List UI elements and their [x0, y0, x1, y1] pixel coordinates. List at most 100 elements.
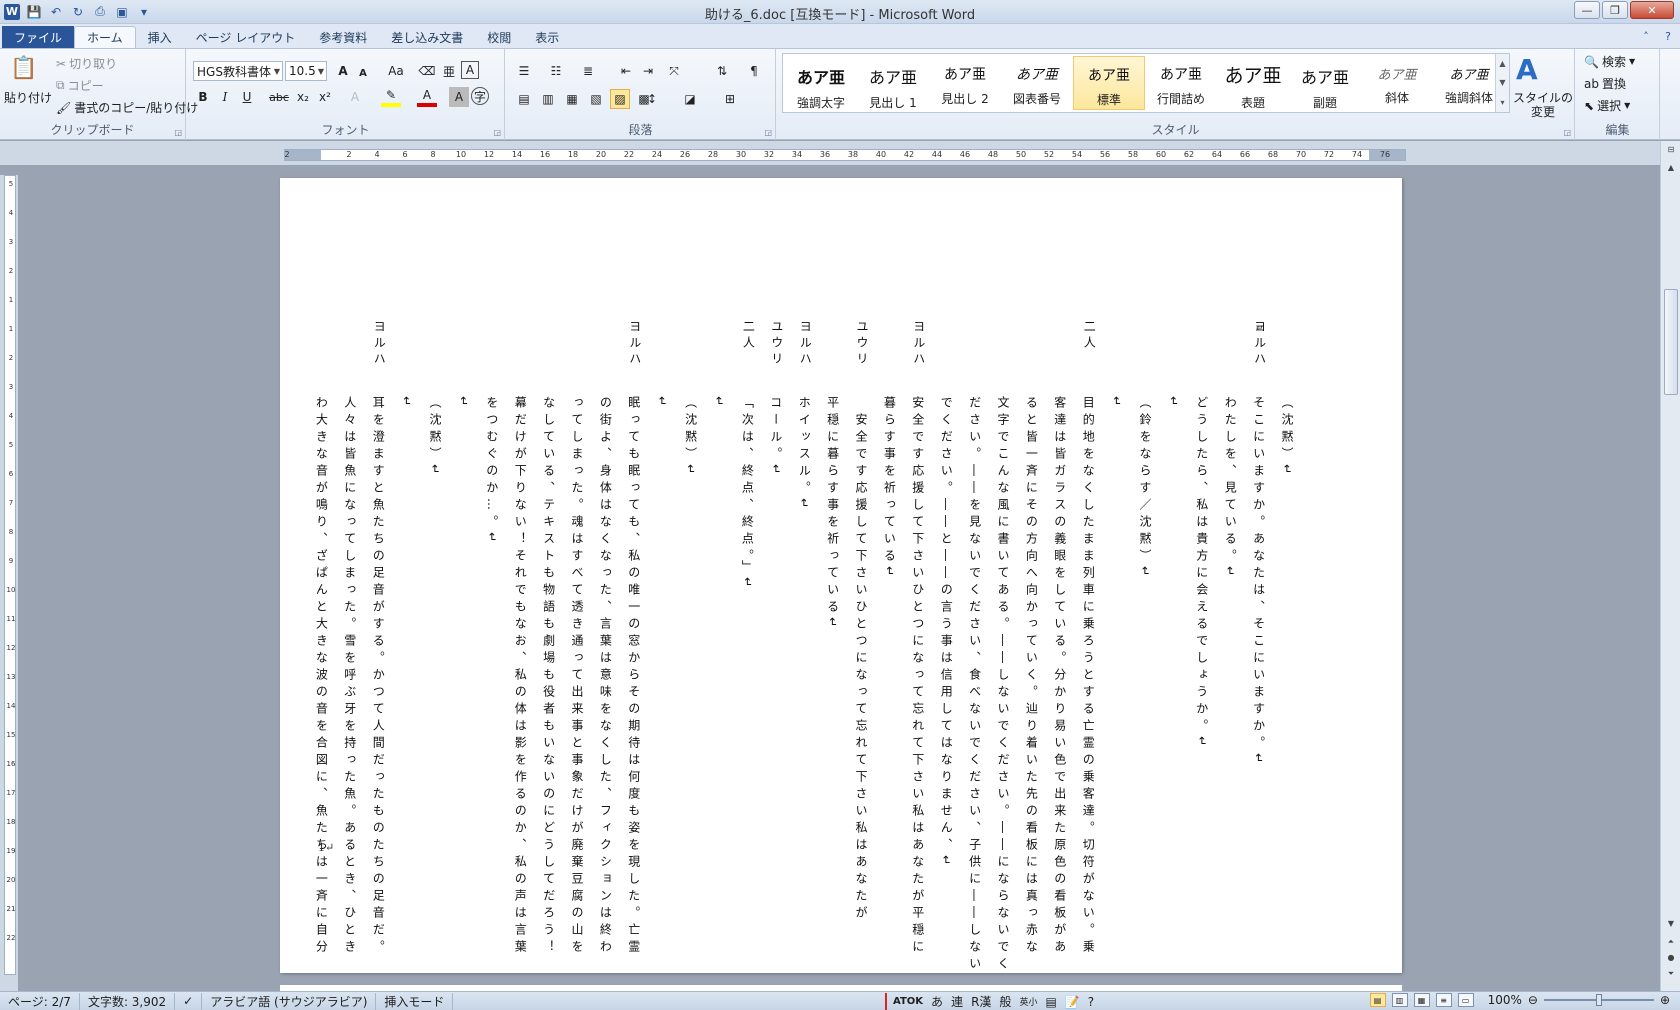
change-styles-button[interactable]: スタイルの変更: [1512, 91, 1574, 119]
ime-dictionary[interactable]: 般: [999, 993, 1011, 1010]
distributed-icon[interactable]: ▨: [610, 89, 630, 109]
ime-note-icon[interactable]: 📝: [1065, 995, 1080, 1009]
decrease-indent-icon[interactable]: ⇤: [616, 61, 636, 81]
tab-file[interactable]: ファイル: [2, 26, 75, 48]
zoom-slider[interactable]: [1543, 994, 1654, 1006]
style-item[interactable]: あア亜 強調太字: [785, 56, 857, 110]
ruler-toggle-icon[interactable]: ⊟: [1664, 145, 1678, 159]
proofing-icon[interactable]: ✓: [175, 992, 203, 1010]
text-column[interactable]: （沈黙）↵: [1280, 396, 1294, 479]
text-column[interactable]: 目的地をなくしたまま列車に乗ろうとする亡霊の乗客達。切符がない。乗: [1081, 396, 1095, 957]
text-column[interactable]: 暮らす事を祈っている↵: [882, 396, 896, 581]
outline-view-icon[interactable]: ≡: [1435, 993, 1452, 1007]
scroll-thumb[interactable]: [1664, 289, 1678, 395]
text-column[interactable]: （鈴をならす／沈黙）↵: [1138, 396, 1152, 581]
text-column[interactable]: なしている、テキストも物語も劇場も役者もいないのにどうしてだろう！: [542, 396, 556, 957]
italic-button[interactable]: I: [215, 87, 235, 107]
next-page-icon[interactable]: ⏷: [1664, 969, 1678, 983]
scroll-up-icon[interactable]: ▲: [1499, 59, 1505, 68]
text-column[interactable]: ↵: [400, 396, 414, 411]
text-column[interactable]: そこにいますか。あなたは、そこにいますか。↵: [1252, 396, 1266, 768]
browse-object-icon[interactable]: ●: [1664, 953, 1678, 967]
ime-atok[interactable]: ATOK: [893, 996, 923, 1007]
tab-insert[interactable]: 挿入: [136, 26, 184, 48]
superscript-button[interactable]: x²: [315, 87, 335, 107]
style-item[interactable]: あア亜 表題: [1217, 56, 1289, 110]
text-column[interactable]: 平穏に暮らす事を祈っている↵: [826, 396, 840, 632]
text-column[interactable]: 幕だけが下りない！それでもなお、私の体は影を作るのか、私の声は言葉: [513, 396, 527, 957]
ime-hiragana[interactable]: あ: [931, 993, 943, 1010]
dialog-launcher-icon[interactable]: ◲: [174, 128, 182, 137]
prev-page-icon[interactable]: ⏶: [1664, 937, 1678, 951]
help-icon[interactable]: ?: [1660, 28, 1676, 44]
text-column[interactable]: 安全です応援して下さいひとつになって忘れて下さい私はあなたが: [854, 396, 868, 923]
text-column[interactable]: 文字でこんな風に書いてある。――しないでください。――にならないでく: [996, 396, 1010, 974]
zoom-out-icon[interactable]: ⊖: [1528, 993, 1538, 1007]
text-column[interactable]: ↵: [1110, 396, 1124, 411]
ime-menu-icon[interactable]: ▤: [1045, 995, 1056, 1009]
ime-conversion[interactable]: 連: [951, 993, 963, 1010]
text-column[interactable]: ってしまった。魂はすべて透き通って出来事と事象だけが廃棄豆腐の山を: [570, 396, 584, 957]
text-column[interactable]: コール。↵: [769, 396, 783, 479]
style-item[interactable]: あア亜 図表番号: [1001, 56, 1073, 110]
text-column[interactable]: ホイッスル。↵: [797, 396, 811, 513]
shrink-font-button[interactable]: A: [353, 63, 373, 83]
minimize-button[interactable]: —: [1574, 1, 1600, 19]
page-indicator[interactable]: ページ: 2/7: [0, 992, 80, 1010]
web-layout-icon[interactable]: ▦: [1413, 993, 1430, 1007]
sort-icon[interactable]: ⇅: [712, 61, 732, 81]
show-marks-icon[interactable]: ¶: [744, 61, 764, 81]
copy-button[interactable]: ⧉ コピー: [56, 77, 104, 94]
text-direction-icon[interactable]: ⤧: [664, 61, 684, 81]
align-right-icon[interactable]: ▦: [562, 89, 582, 109]
text-column[interactable]: 安全です応援して下さいひとつになって忘れて下さい私はあなたが平穏に: [911, 396, 925, 957]
text-column[interactable]: 耳を澄ますと魚たちの足音がする。かつて人間だったものたちの足音だ。: [371, 396, 385, 957]
text-column[interactable]: ↵: [712, 396, 726, 411]
text-column[interactable]: をつむぐのか…。↵: [485, 396, 499, 547]
style-item[interactable]: あア亜 副題: [1289, 56, 1361, 110]
text-column[interactable]: わ大きな音が鳴り、ざぱんと大きな波の音を合図に、魚たちは一斉に自分: [314, 396, 328, 957]
document-area[interactable]: ↵ （沈黙）↵ ヨルハ そこにいますか。あなたは、そこにいますか。↵ わたしを、見てい…: [18, 165, 1660, 991]
text-column[interactable]: の街よ、身体はなくなった、言葉は意味をなくした、フィクションは終わ: [598, 396, 612, 957]
vertical-ruler[interactable]: 5 4 3 2 1 1 2 3 4 5 6 7 8 9 10 11 12 13 14 15 16 17 18 19 20 21 22: [0, 175, 18, 995]
text-column[interactable]: 「次は、終点、終点。」↵: [740, 396, 754, 592]
increase-indent-icon[interactable]: ⇥: [638, 61, 658, 81]
tab-mailings[interactable]: 差し込み文書: [379, 26, 475, 48]
borders-icon[interactable]: ⊞: [720, 89, 740, 109]
style-item-selected[interactable]: あア亜 標準: [1073, 56, 1145, 110]
ime-romaji[interactable]: R漢: [971, 993, 991, 1010]
ime-eng-small[interactable]: 英小: [1019, 995, 1037, 1008]
numbering-icon[interactable]: ☷: [546, 61, 566, 81]
text-column[interactable]: ↵: [1166, 396, 1180, 411]
text-column[interactable]: （沈黙）↵: [428, 396, 442, 479]
dialog-launcher-icon[interactable]: ◲: [1563, 128, 1571, 137]
restore-button[interactable]: ❐: [1602, 1, 1628, 19]
full-screen-reading-icon[interactable]: ▥: [1391, 993, 1408, 1007]
tab-references[interactable]: 参考資料: [307, 26, 379, 48]
style-item[interactable]: あア亜 見出し 2: [929, 56, 1001, 110]
text-column[interactable]: でください。――と――の言う事は信用してはなりません、↵: [939, 396, 953, 870]
find-button[interactable]: 🔍 検索 ▼: [1584, 53, 1635, 70]
scroll-up-icon[interactable]: ▲: [1664, 163, 1678, 177]
paste-icon[interactable]: 📋: [10, 53, 38, 83]
tab-page-layout[interactable]: ページ レイアウト: [184, 26, 308, 48]
char-shading-icon[interactable]: A: [449, 87, 469, 107]
text-column[interactable]: ださい。――を見ないでください、食べないでください、子供に――しない: [968, 396, 982, 974]
shading-icon[interactable]: ◪: [680, 89, 700, 109]
multilevel-list-icon[interactable]: ≣: [578, 61, 598, 81]
insert-mode[interactable]: 挿入モード: [376, 992, 454, 1010]
bold-button[interactable]: B: [193, 87, 213, 107]
font-size-combo[interactable]: 10.5 ▼: [285, 61, 327, 81]
style-item[interactable]: あア亜 見出し 1: [857, 56, 929, 110]
text-column[interactable]: ると皆一斉にその方向へ向かっていく。辿り着いた先の看板には真っ赤な: [1024, 396, 1038, 957]
change-styles-icon[interactable]: A: [1516, 53, 1538, 86]
ime-help-icon[interactable]: ?: [1088, 995, 1094, 1009]
text-column[interactable]: 眠っても眠っても、私の唯一の窓からその期待は何度も姿を現した。亡霊: [627, 396, 641, 957]
vertical-scrollbar[interactable]: ⊟ ▲ ▼ ⏶ ● ⏷: [1660, 141, 1680, 991]
zoom-in-icon[interactable]: ⊕: [1660, 993, 1670, 1007]
strikethrough-button[interactable]: abc: [267, 87, 291, 107]
style-item[interactable]: あア亜 斜体: [1361, 56, 1433, 110]
dialog-launcher-icon[interactable]: ◲: [493, 128, 501, 137]
underline-button[interactable]: U: [237, 87, 257, 107]
text-column[interactable]: （沈黙）↵: [684, 396, 698, 479]
